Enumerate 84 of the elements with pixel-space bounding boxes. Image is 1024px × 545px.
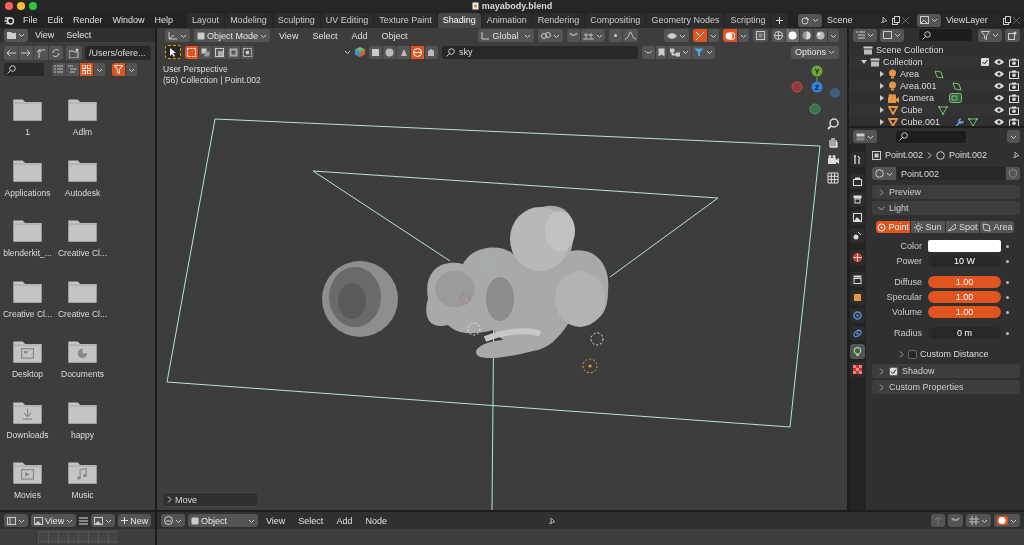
workspace-tab[interactable]: Rendering bbox=[532, 13, 585, 28]
menu-item[interactable]: File bbox=[18, 15, 43, 26]
menu-item[interactable]: Select bbox=[307, 31, 343, 41]
menu-item[interactable]: Select bbox=[293, 516, 329, 526]
file-name: Downloads bbox=[6, 430, 49, 440]
file-name: Music bbox=[71, 490, 94, 501]
file-name: Applications bbox=[4, 188, 51, 198]
menu-item[interactable]: Select bbox=[61, 30, 97, 41]
number-field[interactable]: 10 W bbox=[928, 255, 1001, 268]
tree-item[interactable]: Cube bbox=[901, 105, 923, 116]
workspace-tab[interactable]: Compositing bbox=[585, 13, 646, 28]
field-label: Color bbox=[899, 241, 923, 252]
file-name: Creative Cl... bbox=[2, 309, 53, 319]
scene-field[interactable]: Scene bbox=[824, 14, 890, 27]
file-name: Desktop bbox=[11, 369, 44, 380]
slider-field[interactable]: 1.00 bbox=[928, 291, 1001, 304]
light-type-tab[interactable]: Point bbox=[876, 221, 910, 234]
file-name: Movies bbox=[14, 490, 41, 501]
workspace-tab[interactable]: Texture Paint bbox=[374, 13, 437, 28]
breadcrumb-item: Point.002 bbox=[949, 150, 988, 161]
workspace-tab[interactable]: Shading bbox=[437, 13, 481, 28]
workspace-tab[interactable]: Scripting bbox=[725, 13, 771, 28]
view-name: User Perspective bbox=[163, 64, 228, 76]
tree-item[interactable]: Camera bbox=[902, 93, 934, 104]
file-name: Autodesk bbox=[64, 188, 101, 198]
view-layer-field[interactable]: ViewLayer bbox=[943, 14, 1001, 27]
panel-header[interactable]: Custom Properties bbox=[872, 380, 1020, 395]
panel-header[interactable]: Preview bbox=[872, 185, 1020, 200]
light-type-tab[interactable]: Sun bbox=[910, 221, 945, 234]
slider-field[interactable]: 1.00 bbox=[928, 276, 1001, 289]
light-type-tab[interactable]: Area bbox=[980, 221, 1014, 234]
path-field[interactable]: /Users/ofere... bbox=[85, 46, 151, 61]
menu-item[interactable]: View bbox=[30, 30, 60, 41]
options-dropdown[interactable]: Options bbox=[790, 46, 839, 59]
menu-item[interactable]: Window bbox=[107, 15, 150, 26]
workspace-tab[interactable]: Layout bbox=[187, 13, 225, 28]
menu-item[interactable]: Add bbox=[331, 516, 358, 526]
window-title: mayabody.blend bbox=[481, 0, 553, 12]
menu-item[interactable]: Edit bbox=[42, 15, 69, 26]
file-name: blenderkit_... bbox=[3, 248, 52, 259]
menu-item[interactable]: Render bbox=[68, 15, 108, 26]
menu-item[interactable]: View bbox=[274, 31, 304, 41]
view-dropdown[interactable]: View bbox=[31, 514, 77, 528]
tree-item[interactable]: Area bbox=[900, 69, 919, 80]
file-name: 1 bbox=[25, 127, 30, 138]
checkbox-label: Custom Distance bbox=[920, 349, 989, 360]
tree-item[interactable]: Collection bbox=[883, 57, 978, 68]
menu-item[interactable]: Object bbox=[376, 31, 413, 41]
slider-field[interactable]: 1.00 bbox=[928, 306, 1001, 319]
shader-type-dropdown[interactable]: Object bbox=[188, 514, 258, 528]
file-name: Creative Cl... bbox=[57, 309, 108, 319]
view-context: (56) Collection | Point.002 bbox=[163, 75, 261, 87]
menu-item[interactable]: Help bbox=[149, 15, 179, 26]
file-name: Adlm bbox=[72, 127, 93, 138]
tree-item[interactable]: Area.001 bbox=[900, 81, 937, 92]
menu-item[interactable]: View bbox=[261, 516, 291, 526]
breadcrumb-item: Point.002 bbox=[885, 150, 924, 161]
tree-item[interactable]: Cube.001 bbox=[901, 117, 941, 127]
file-name: Documents bbox=[61, 369, 104, 380]
workspace-tab[interactable]: UV Editing bbox=[320, 13, 374, 28]
menu-item[interactable]: Node bbox=[360, 516, 392, 526]
panel-header[interactable]: Shadow bbox=[872, 364, 1020, 379]
last-operator-panel[interactable]: Move bbox=[162, 492, 259, 508]
workspace-tab[interactable]: Modeling bbox=[225, 13, 272, 28]
menu-item[interactable]: Add bbox=[346, 31, 373, 41]
search-field[interactable]: sky bbox=[442, 46, 638, 59]
field-label: Specular bbox=[885, 292, 923, 303]
orientation-dropdown[interactable]: Global bbox=[478, 29, 535, 43]
field-label: Volume bbox=[890, 307, 923, 318]
file-name: happy bbox=[70, 430, 95, 440]
panel-header[interactable]: Light bbox=[872, 201, 1020, 216]
light-type-tab[interactable]: Spot bbox=[945, 221, 980, 234]
tree-item[interactable]: Scene Collection bbox=[876, 45, 1019, 56]
new-image-button[interactable]: New bbox=[118, 514, 152, 528]
file-name: Creative Cl... bbox=[57, 248, 108, 259]
number-field[interactable]: 0 m bbox=[928, 327, 1001, 340]
datablock-name-field[interactable]: Point.002 bbox=[897, 167, 1005, 181]
field-label: Diffuse bbox=[893, 277, 923, 288]
workspace-tab[interactable]: Sculpting bbox=[272, 13, 320, 28]
mode-dropdown[interactable]: Object Mode bbox=[194, 29, 271, 43]
field-label: Power bbox=[895, 256, 923, 267]
workspace-tab[interactable]: Geometry Nodes bbox=[646, 13, 725, 28]
field-label: Radius bbox=[893, 328, 923, 339]
workspace-tab[interactable]: Animation bbox=[481, 13, 532, 28]
